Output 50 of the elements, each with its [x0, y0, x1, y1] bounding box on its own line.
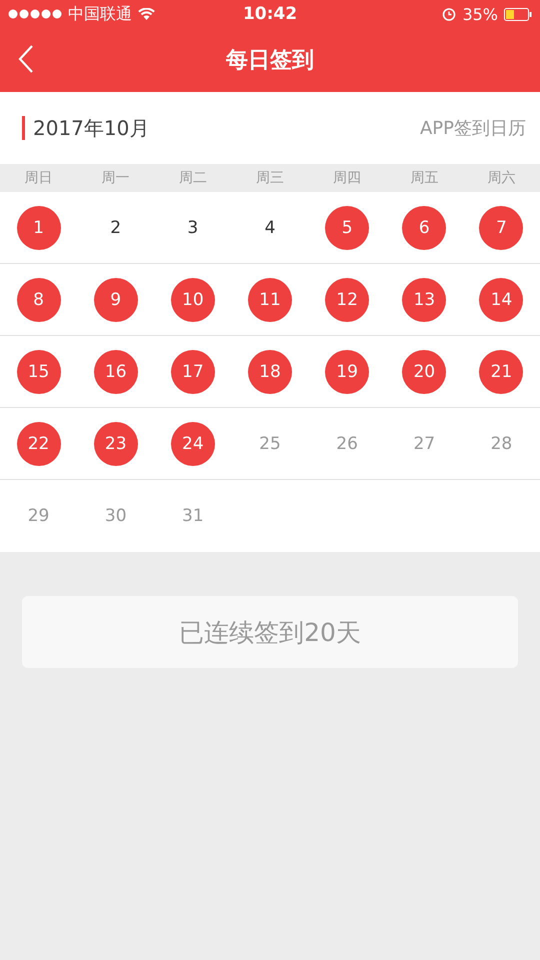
- status-time: 10:42: [242, 4, 298, 24]
- calendar-day: 27: [402, 422, 446, 466]
- weekday-label: 周三: [254, 169, 285, 187]
- signed-day: 16: [94, 350, 138, 394]
- weekday-label: 周五: [409, 169, 440, 187]
- calendar-day: 31: [170, 494, 215, 538]
- signed-day: 8: [16, 278, 61, 322]
- calendar-day: 30: [94, 494, 138, 538]
- calendar-caption: APP签到日历: [420, 117, 526, 140]
- signed-day: 21: [479, 350, 524, 394]
- signed-day: 13: [402, 278, 446, 322]
- signed-day: 17: [170, 350, 215, 394]
- back-icon[interactable]: [18, 44, 34, 74]
- battery-percent: 35%: [462, 4, 498, 24]
- calendar-day: 3: [170, 206, 215, 250]
- weekday-label: 周日: [24, 169, 54, 187]
- battery-icon: [504, 8, 532, 20]
- calendar-day: 4: [248, 206, 292, 250]
- weekday-label: 周六: [486, 169, 516, 187]
- signed-day: 11: [248, 278, 292, 322]
- signed-day: 15: [16, 350, 61, 394]
- month-label: 2017年10月: [22, 116, 150, 140]
- calendar-day: 28: [479, 422, 524, 466]
- signed-day: 1: [16, 206, 61, 250]
- alarm-clock-icon: [442, 7, 456, 21]
- signed-day: 6: [402, 206, 446, 250]
- weekday-label: 周二: [178, 169, 208, 187]
- signed-day: 23: [94, 422, 138, 466]
- signed-day: 19: [325, 350, 370, 394]
- signed-day: 12: [325, 278, 370, 322]
- signed-day: 20: [402, 350, 446, 394]
- signed-day: 18: [248, 350, 292, 394]
- calendar-day: 2: [94, 206, 138, 250]
- signed-day: 7: [479, 206, 524, 250]
- wifi-icon: [138, 8, 155, 20]
- page-title: 每日签到: [226, 47, 314, 75]
- signed-day: 22: [16, 422, 61, 466]
- carrier-name: 中国联通: [68, 4, 132, 24]
- weekday-label: 周一: [100, 169, 131, 187]
- streak-banner: 已连续签到20天: [22, 596, 518, 668]
- calendar-day: 29: [16, 494, 61, 538]
- signal-icon: [8, 9, 62, 19]
- signed-day: 10: [170, 278, 215, 322]
- calendar-day: 25: [248, 422, 292, 466]
- signed-day: 14: [479, 278, 524, 322]
- calendar-day: 26: [325, 422, 370, 466]
- weekday-label: 周四: [332, 169, 362, 187]
- signed-day: 5: [325, 206, 370, 250]
- signed-day: 24: [170, 422, 215, 466]
- signed-day: 9: [94, 278, 138, 322]
